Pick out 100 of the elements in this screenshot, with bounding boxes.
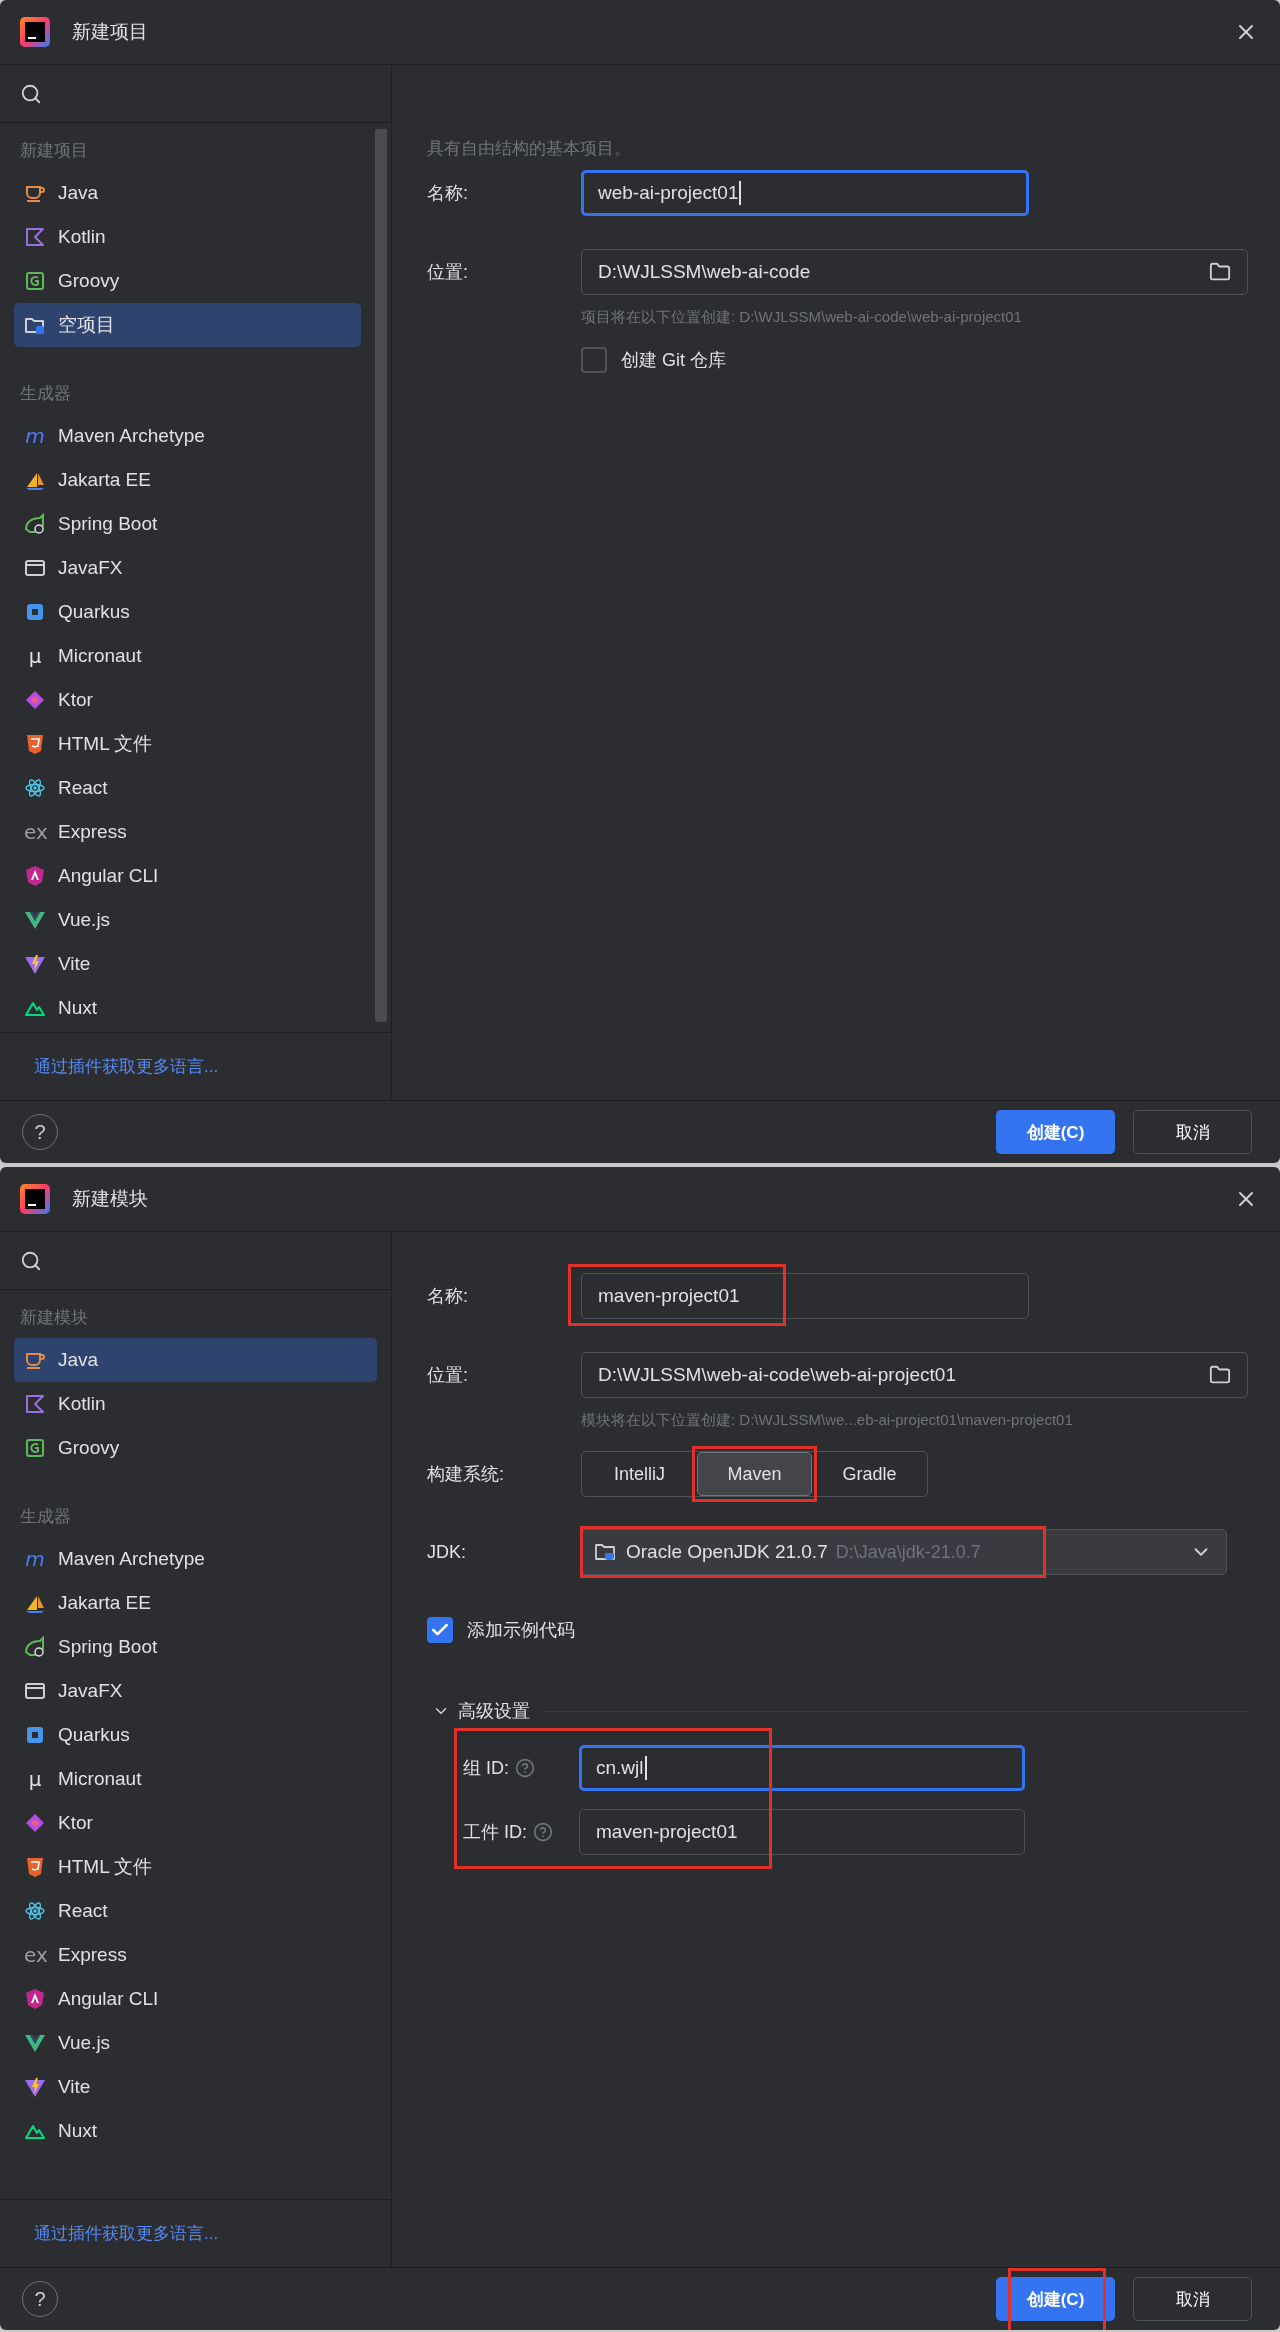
sidebar-item[interactable]: Groovy <box>14 1426 377 1470</box>
sidebar-item[interactable]: React <box>14 1889 377 1933</box>
atom-icon <box>24 777 46 799</box>
cube-icon <box>24 1724 46 1746</box>
segment-option[interactable]: IntelliJ <box>582 1452 697 1496</box>
group-heading: 新建模块 <box>19 1306 89 1329</box>
folder-icon[interactable] <box>1209 261 1231 283</box>
sidebar-item[interactable]: Vite <box>14 2065 377 2109</box>
window-icon <box>24 557 46 579</box>
checkbox[interactable] <box>427 1617 453 1643</box>
group-heading: 生成器 <box>19 382 72 405</box>
location-input[interactable]: D:\WJLSSM\web-ai-code\web-ai-project01 <box>581 1352 1248 1398</box>
checkbox-label: 创建 Git 仓库 <box>621 349 726 372</box>
sidebar-item[interactable]: Jakarta EE <box>14 1581 377 1625</box>
create-button[interactable]: 创建(C) <box>996 2277 1115 2321</box>
field-label: 名称: <box>427 1285 469 1308</box>
lightning-triangle-icon <box>24 953 46 975</box>
k-shape-icon <box>24 226 46 248</box>
checkbox-label: 添加示例代码 <box>467 1619 575 1642</box>
folder-cup-icon <box>594 1541 618 1563</box>
letter-g-square-icon <box>24 270 46 292</box>
sidebar-item[interactable]: Groovy <box>14 259 361 303</box>
id-input[interactable]: maven-project01 <box>579 1809 1025 1855</box>
sidebar-item[interactable]: Spring Boot <box>14 1625 377 1669</box>
checkbox[interactable] <box>581 347 607 373</box>
help-icon <box>533 1822 553 1842</box>
sidebar-item[interactable]: Jakarta EE <box>14 458 361 502</box>
sidebar-item[interactable]: Vue.js <box>14 2021 377 2065</box>
group-heading: 新建项目 <box>19 139 89 162</box>
plugins-link[interactable]: 通过插件获取更多语言... <box>34 1055 219 1078</box>
sidebar-item[interactable]: Ktor <box>14 678 361 722</box>
sidebar-item[interactable]: μ Micronaut <box>14 1757 377 1801</box>
diamond-icon <box>24 689 46 711</box>
cancel-button[interactable]: 取消 <box>1133 1110 1252 1154</box>
sidebar-item[interactable]: React <box>14 766 361 810</box>
section-header[interactable]: 高级设置 <box>427 1699 530 1723</box>
sidebar-item[interactable]: JavaFX <box>14 1669 377 1713</box>
field-label: 名称: <box>427 182 469 205</box>
id-input[interactable]: cn.wjl <box>579 1745 1025 1791</box>
mu-icon: μ <box>24 644 46 668</box>
plugins-link[interactable]: 通过插件获取更多语言... <box>34 2222 219 2245</box>
jdk-dropdown[interactable]: Oracle OpenJDK 21.0.7 D:\Java\jdk-21.0.7 <box>581 1529 1227 1575</box>
name-input[interactable]: web-ai-project01 <box>581 170 1029 216</box>
atom-icon <box>24 1900 46 1922</box>
field-label: 工件 ID: <box>463 1821 527 1844</box>
hint-text: 项目将在以下位置创建: D:\WJLSSM\web-ai-code\web-ai-project01 <box>580 307 1022 327</box>
sidebar-item[interactable]: Java <box>14 171 361 215</box>
sidebar-item[interactable]: ex Express <box>14 810 361 854</box>
letter-m-icon: m <box>24 1547 46 1571</box>
hint-text: 模块将在以下位置创建: D:\WJLSSM\we...eb-ai-project01\maven-project01 <box>580 1410 1073 1430</box>
text-cursor <box>644 1756 647 1780</box>
sidebar-item[interactable]: m Maven Archetype <box>14 414 361 458</box>
sidebar-item[interactable]: Angular CLI <box>14 854 361 898</box>
input-value: maven-project01 <box>596 1821 738 1843</box>
input-value: D:\WJLSSM\web-ai-code <box>598 261 812 283</box>
sidebar-item[interactable]: Spring Boot <box>14 502 361 546</box>
segment-option[interactable]: Gradle <box>812 1452 927 1496</box>
sidebar-item[interactable]: Vite <box>14 942 361 986</box>
sidebar-item[interactable]: Kotlin <box>14 215 361 259</box>
segment-option[interactable]: Maven <box>697 1452 812 1496</box>
diamond-icon <box>24 1812 46 1834</box>
name-input[interactable]: maven-project01 <box>581 1273 1029 1319</box>
sidebar-item[interactable]: Quarkus <box>14 590 361 634</box>
v-shape-icon <box>24 909 46 931</box>
cancel-button[interactable]: 取消 <box>1133 2277 1252 2321</box>
sidebar-item[interactable]: Quarkus <box>14 1713 377 1757</box>
sidebar-item[interactable]: Angular CLI <box>14 1977 377 2021</box>
ex-icon: ex <box>24 820 46 844</box>
jdk-path: D:\Java\jdk-21.0.7 <box>835 1541 982 1563</box>
group-heading: 生成器 <box>19 1505 72 1528</box>
sidebar-item[interactable]: ex Express <box>14 1933 377 1977</box>
sidebar-item[interactable]: Nuxt <box>14 986 361 1030</box>
field-label: 组 ID: <box>463 1757 509 1780</box>
sidebar-item[interactable]: HTML 文件 <box>14 722 361 766</box>
window-title: 新建项目 <box>72 20 149 44</box>
field-label: 位置: <box>427 1364 469 1387</box>
create-button[interactable]: 创建(C) <box>996 1110 1115 1154</box>
sidebar-item[interactable]: 空项目 <box>14 303 361 347</box>
sidebar-item[interactable]: μ Micronaut <box>14 634 361 678</box>
sidebar-item[interactable]: Vue.js <box>14 898 361 942</box>
input-value: web-ai-project01 <box>598 182 739 204</box>
search-icon[interactable] <box>20 1249 42 1272</box>
app-logo-icon <box>20 17 50 47</box>
folder-icon[interactable] <box>1209 1364 1231 1386</box>
lightning-triangle-icon <box>24 2076 46 2098</box>
sidebar-item[interactable]: Java <box>14 1338 377 1382</box>
sidebar-item[interactable]: JavaFX <box>14 546 361 590</box>
k-shape-icon <box>24 1393 46 1415</box>
field-label: 构建系统: <box>427 1463 505 1486</box>
letter-g-square-icon <box>24 1437 46 1459</box>
sidebar-item[interactable]: Nuxt <box>14 2109 377 2153</box>
location-input[interactable]: D:\WJLSSM\web-ai-code <box>581 249 1248 295</box>
sidebar-item[interactable]: m Maven Archetype <box>14 1537 377 1581</box>
shield-icon <box>24 865 46 887</box>
cube-icon <box>24 601 46 623</box>
search-icon[interactable] <box>20 82 42 105</box>
sidebar-item[interactable]: Ktor <box>14 1801 377 1845</box>
shield-icon <box>24 1856 46 1878</box>
sidebar-item[interactable]: Kotlin <box>14 1382 377 1426</box>
sidebar-item[interactable]: HTML 文件 <box>14 1845 377 1889</box>
